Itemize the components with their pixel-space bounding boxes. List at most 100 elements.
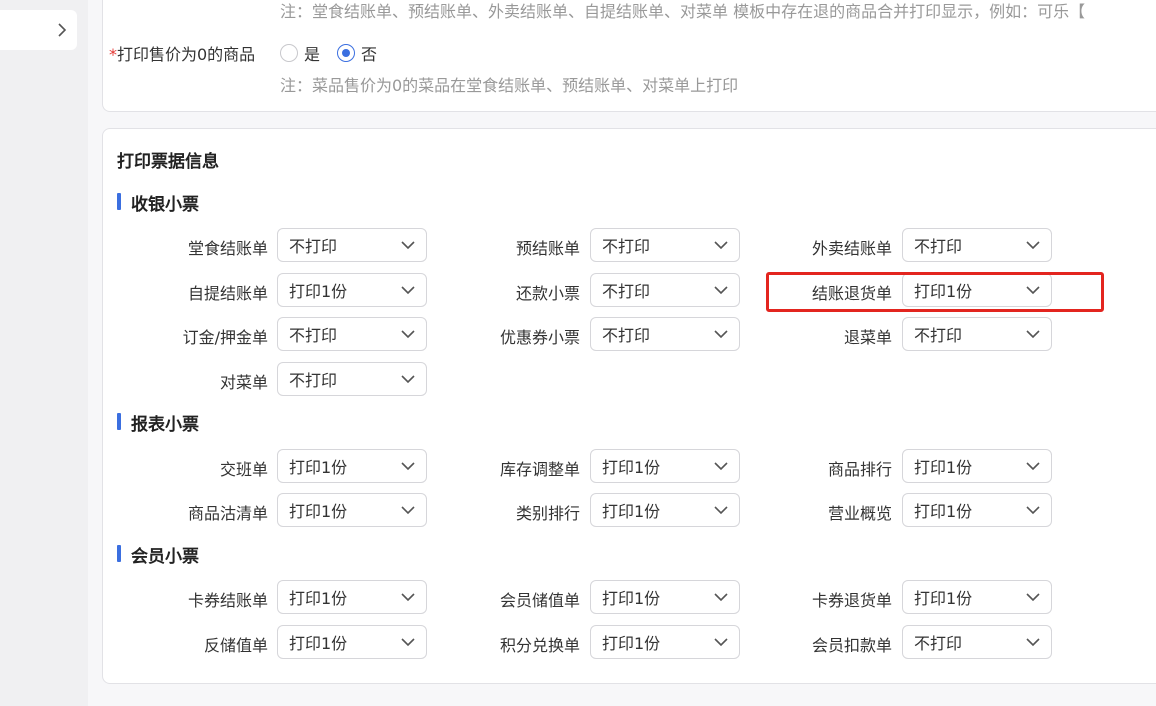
print-copies-select[interactable]: 打印1份 — [902, 493, 1052, 527]
section-title: 打印票据信息 — [117, 152, 219, 172]
group-title-cashier: 收银小票 — [117, 190, 199, 215]
print-copies-select[interactable]: 打印1份 — [277, 625, 427, 659]
sidebar-collapse-button[interactable] — [0, 10, 77, 50]
print-copies-select[interactable]: 打印1份 — [590, 625, 740, 659]
chevron-down-icon — [714, 241, 728, 250]
select-value: 打印1份 — [289, 458, 348, 477]
zero-price-note: 注：菜品售价为0的菜品在堂食结账单、预结账单、对菜单上打印 — [280, 76, 739, 95]
field-label: 类别排行 — [515, 504, 580, 523]
chevron-down-icon — [1026, 241, 1040, 250]
chevron-down-icon — [401, 375, 415, 384]
print-copies-select[interactable]: 不打印 — [590, 228, 740, 262]
chevron-down-icon — [401, 241, 415, 250]
print-copies-select[interactable]: 不打印 — [902, 625, 1052, 659]
field-label: 卡券结账单 — [187, 591, 268, 610]
chevron-down-icon — [401, 462, 415, 471]
print-copies-select[interactable]: 打印1份 — [590, 449, 740, 483]
field-label: 积分兑换单 — [499, 636, 580, 655]
select-value: 打印1份 — [914, 282, 973, 301]
select-value: 打印1份 — [914, 502, 973, 521]
field-label: 自提结账单 — [187, 284, 268, 303]
print-copies-select[interactable]: 打印1份 — [902, 580, 1052, 614]
print-copies-select[interactable]: 打印1份 — [590, 493, 740, 527]
field-label: 对菜单 — [219, 373, 268, 392]
select-value: 打印1份 — [602, 589, 661, 608]
field-label: 交班单 — [219, 460, 268, 479]
radio-yes-label: 是 — [304, 45, 321, 64]
print-copies-select[interactable]: 不打印 — [277, 317, 427, 351]
select-value: 打印1份 — [289, 282, 348, 301]
chevron-down-icon — [1026, 462, 1040, 471]
field-label: 会员储值单 — [499, 591, 580, 610]
select-value: 不打印 — [602, 326, 651, 345]
select-value: 打印1份 — [602, 634, 661, 653]
chevron-down-icon — [1026, 638, 1040, 647]
chevron-down-icon — [1026, 506, 1040, 515]
field-label: 堂食结账单 — [187, 239, 268, 258]
field-label: 库存调整单 — [499, 460, 580, 479]
field-label: 反储值单 — [203, 636, 268, 655]
radio-no-label: 否 — [361, 45, 378, 64]
select-value: 打印1份 — [602, 502, 661, 521]
group-title-report: 报表小票 — [117, 410, 199, 435]
print-copies-select[interactable]: 不打印 — [902, 228, 1052, 262]
chevron-down-icon — [401, 638, 415, 647]
field-label: 结账退货单 — [811, 284, 892, 303]
chevron-down-icon — [714, 286, 728, 295]
chevron-down-icon — [1026, 286, 1040, 295]
select-value: 打印1份 — [602, 458, 661, 477]
chevron-down-icon — [401, 286, 415, 295]
chevron-down-icon — [401, 330, 415, 339]
sidebar — [0, 0, 88, 706]
print-copies-select[interactable]: 打印1份 — [277, 449, 427, 483]
select-value: 打印1份 — [289, 589, 348, 608]
print-copies-select[interactable]: 打印1份 — [277, 273, 427, 307]
select-value: 打印1份 — [289, 634, 348, 653]
chevron-down-icon — [1026, 593, 1040, 602]
field-label: 卡券退货单 — [811, 591, 892, 610]
chevron-down-icon — [1026, 330, 1040, 339]
field-label: 外卖结账单 — [811, 239, 892, 258]
chevron-down-icon — [714, 593, 728, 602]
zero-price-label: *打印售价为0的商品 — [109, 45, 256, 64]
print-copies-select[interactable]: 打印1份 — [902, 273, 1052, 307]
select-value: 不打印 — [289, 371, 338, 390]
select-value: 打印1份 — [914, 458, 973, 477]
select-value: 不打印 — [602, 282, 651, 301]
chevron-down-icon — [714, 506, 728, 515]
field-label: 营业概览 — [827, 504, 892, 523]
field-label: 商品排行 — [827, 460, 892, 479]
select-value: 不打印 — [914, 634, 963, 653]
radio-circle-checked[interactable] — [337, 44, 355, 62]
print-copies-select[interactable]: 不打印 — [590, 317, 740, 351]
print-copies-select[interactable]: 打印1份 — [277, 493, 427, 527]
print-copies-select[interactable]: 不打印 — [902, 317, 1052, 351]
select-value: 不打印 — [914, 237, 963, 256]
print-copies-select[interactable]: 打印1份 — [277, 580, 427, 614]
select-value: 不打印 — [289, 326, 338, 345]
radio-yes[interactable]: 是 — [280, 41, 320, 65]
print-copies-select[interactable]: 打印1份 — [590, 580, 740, 614]
select-value: 打印1份 — [914, 589, 973, 608]
print-copies-select[interactable]: 不打印 — [277, 228, 427, 262]
field-label: 优惠券小票 — [499, 328, 580, 347]
field-label: 订金/押金单 — [182, 328, 268, 347]
chevron-down-icon — [401, 593, 415, 602]
select-value: 打印1份 — [289, 502, 348, 521]
chevron-right-icon — [58, 23, 67, 37]
merge-refund-note: 注：堂食结账单、预结账单、外卖结账单、自提结账单、对菜单 模板中存在退的商品合并… — [280, 2, 1086, 21]
print-copies-select[interactable]: 不打印 — [277, 362, 427, 396]
field-label: 会员扣款单 — [811, 636, 892, 655]
print-copies-select[interactable]: 打印1份 — [902, 449, 1052, 483]
radio-circle[interactable] — [280, 44, 298, 62]
field-label: 退菜单 — [843, 328, 892, 347]
select-value: 不打印 — [602, 237, 651, 256]
required-mark: * — [109, 45, 117, 64]
radio-no[interactable]: 否 — [337, 41, 377, 65]
field-label: 商品沽清单 — [187, 504, 268, 523]
chevron-down-icon — [401, 506, 415, 515]
chevron-down-icon — [714, 462, 728, 471]
select-value: 不打印 — [289, 237, 338, 256]
field-label: 还款小票 — [515, 284, 580, 303]
print-copies-select[interactable]: 不打印 — [590, 273, 740, 307]
